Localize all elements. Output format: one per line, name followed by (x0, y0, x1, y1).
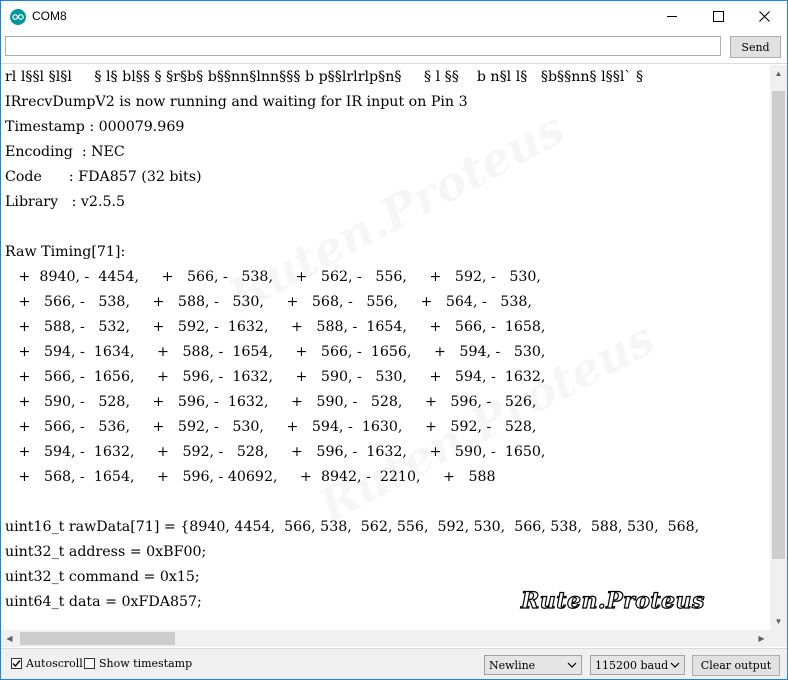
scroll-left-icon[interactable]: ◀ (1, 630, 18, 647)
minimize-button[interactable] (649, 1, 695, 32)
chevron-down-icon (670, 662, 680, 668)
checkmark-icon (12, 660, 21, 668)
output-line: + 566, - 536, + 592, - 530, + 594, - 163… (5, 419, 537, 435)
output-line: + 566, - 1656, + 596, - 1632, + 590, - 5… (5, 369, 546, 385)
horizontal-scroll-thumb[interactable] (20, 632, 175, 645)
maximize-icon (712, 11, 724, 22)
chevron-down-icon (567, 662, 577, 668)
bottom-toolbar: Autoscroll Show timestamp Newline 115200… (1, 648, 787, 679)
scroll-down-icon[interactable]: ▼ (770, 613, 787, 630)
output-line: + 588, - 532, + 592, - 1632, + 588, - 16… (5, 319, 546, 335)
show-timestamp-label: Show timestamp (99, 657, 193, 670)
maximize-button[interactable] (695, 1, 741, 32)
autoscroll-checkbox[interactable] (11, 658, 22, 669)
horizontal-scrollbar[interactable]: ◀ ▶ (1, 630, 770, 647)
scroll-right-icon[interactable]: ▶ (753, 630, 770, 647)
output-line: + 590, - 528, + 596, - 1632, + 590, - 52… (5, 394, 537, 410)
output-line: Raw Timing[71]: (5, 244, 126, 260)
window-title: COM8 (32, 9, 67, 23)
serial-monitor-window: COM8 Send Ruten.Proteus Ruten.Proteus rl… (0, 0, 788, 680)
output-line: + 566, - 538, + 588, - 530, + 568, - 556… (5, 294, 532, 310)
output-line: uint64_t data = 0xFDA857; (5, 594, 202, 610)
close-button[interactable] (741, 1, 787, 32)
output-line: uint32_t address = 0xBF00; (5, 544, 207, 560)
clear-output-button[interactable]: Clear output (692, 655, 780, 676)
output-line: + 8940, - 4454, + 566, - 538, + 562, - 5… (5, 269, 541, 285)
send-button[interactable]: Send (730, 36, 781, 58)
vertical-scrollbar[interactable]: ▲ ▼ (770, 65, 787, 630)
scroll-up-icon[interactable]: ▲ (770, 65, 787, 82)
vertical-scroll-thumb[interactable] (772, 91, 785, 559)
output-line: + 568, - 1654, + 596, - 40692, + 8942, -… (5, 469, 496, 485)
autoscroll-label: Autoscroll (26, 657, 83, 670)
send-input[interactable] (5, 36, 721, 56)
arduino-icon (10, 9, 26, 25)
minimize-icon (667, 16, 677, 17)
output-line: + 594, - 1634, + 588, - 1654, + 566, - 1… (5, 344, 546, 360)
output-line: + 594, - 1632, + 592, - 528, + 596, - 16… (5, 444, 546, 460)
output-line: Encoding : NEC (5, 144, 125, 160)
show-timestamp-checkbox[interactable] (84, 658, 95, 669)
close-icon (758, 11, 770, 22)
output-line: IRrecvDumpV2 is now running and waiting … (5, 94, 468, 110)
watermark-logo: Ruten.Proteus (520, 587, 705, 614)
baud-rate-select[interactable]: 115200 baud (590, 655, 685, 675)
title-bar: COM8 (1, 1, 787, 32)
line-ending-select[interactable]: Newline (484, 655, 582, 675)
divider (1, 63, 787, 64)
line-ending-value: Newline (489, 659, 536, 672)
output-line: rl l§§l §l§l § l§ bl§§ § §r§b§ b§§nn§lnn… (5, 69, 644, 85)
baud-rate-value: 115200 baud (595, 659, 669, 672)
output-line: Code : FDA857 (32 bits) (5, 169, 202, 185)
output-line: uint16_t rawData[71] = {8940, 4454, 566,… (5, 519, 700, 535)
output-line: uint32_t command = 0x15; (5, 569, 200, 585)
scrollbar-corner (770, 630, 787, 647)
output-line: Timestamp : 000079.969 (5, 119, 185, 135)
serial-output[interactable]: Ruten.Proteus Ruten.Proteus rl l§§l §l§l… (1, 65, 770, 630)
output-line: Library : v2.5.5 (5, 194, 126, 210)
